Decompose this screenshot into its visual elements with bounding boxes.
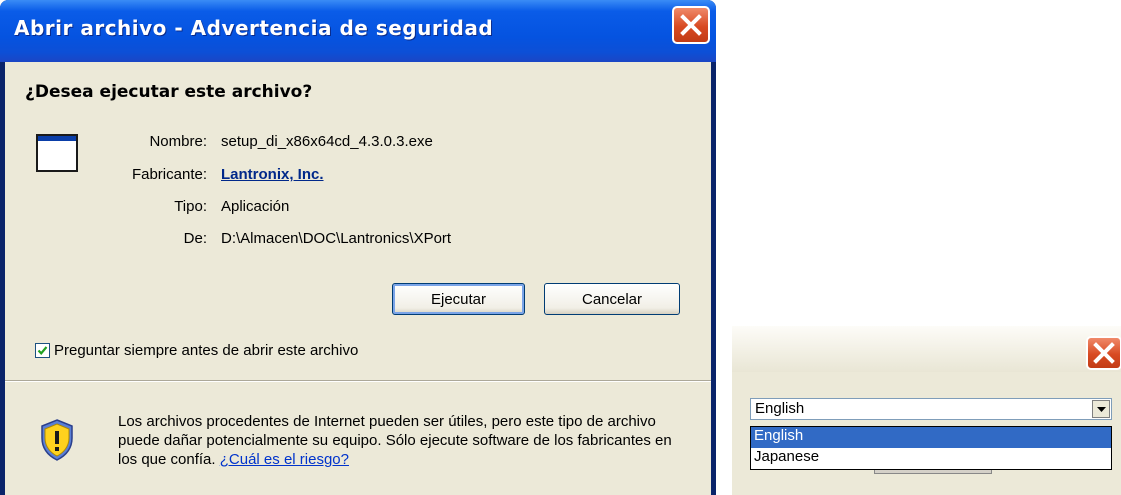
- field-label: De:: [183, 230, 207, 247]
- dropdown-arrow-button[interactable]: [1092, 400, 1110, 418]
- warning-text: Los archivos procedentes de Internet pue…: [118, 413, 672, 468]
- close-icon: [1093, 342, 1115, 364]
- risk-link[interactable]: ¿Cuál es el riesgo?: [220, 451, 349, 468]
- field-label: Tipo:: [174, 198, 207, 215]
- run-question: ¿Desea ejecutar este archivo?: [25, 82, 313, 102]
- title-bar[interactable]: Abrir archivo - Advertencia de seguridad: [0, 0, 716, 62]
- always-ask-label[interactable]: Preguntar siempre antes de abrir este ar…: [54, 342, 358, 359]
- language-select[interactable]: English: [750, 398, 1112, 420]
- title-bar[interactable]: [732, 326, 1121, 372]
- checkmark-icon: [37, 346, 48, 355]
- selected-language: English: [755, 400, 805, 417]
- window-title: Abrir archivo - Advertencia de seguridad: [14, 16, 494, 40]
- chevron-down-icon: [1097, 407, 1106, 412]
- language-option-japanese[interactable]: Japanese: [751, 448, 1111, 469]
- field-label: Nombre:: [149, 133, 207, 150]
- file-type-value: Aplicación: [221, 198, 290, 215]
- divider: [5, 380, 711, 382]
- warning-message: Los archivos procedentes de Internet pue…: [118, 412, 678, 469]
- security-warning-dialog: Abrir archivo - Advertencia de seguridad…: [0, 0, 716, 495]
- always-ask-checkbox[interactable]: [35, 343, 50, 358]
- language-dropdown-list: English Japanese: [750, 426, 1112, 470]
- file-name-value: setup_di_x86x64cd_4.3.0.3.exe: [221, 133, 433, 150]
- language-dialog: English English Japanese: [732, 326, 1121, 495]
- dialog-body: ¿Desea ejecutar este archivo? Nombre: se…: [5, 62, 711, 495]
- always-ask-row: Preguntar siempre antes de abrir este ar…: [35, 342, 358, 359]
- close-icon: [680, 14, 702, 36]
- field-label: Fabricante:: [131, 166, 207, 183]
- publisher-link[interactable]: Lantronix, Inc.: [221, 166, 324, 183]
- close-button[interactable]: [1086, 336, 1121, 370]
- application-icon: [36, 134, 78, 172]
- source-path-value: D:\Almacen\DOC\Lantronics\XPort: [221, 230, 452, 247]
- language-option-english[interactable]: English: [751, 427, 1111, 448]
- warning-shield-icon: [41, 419, 73, 461]
- close-button[interactable]: [672, 6, 710, 44]
- cancel-button[interactable]: Cancelar: [544, 283, 680, 315]
- run-button[interactable]: Ejecutar: [392, 283, 525, 315]
